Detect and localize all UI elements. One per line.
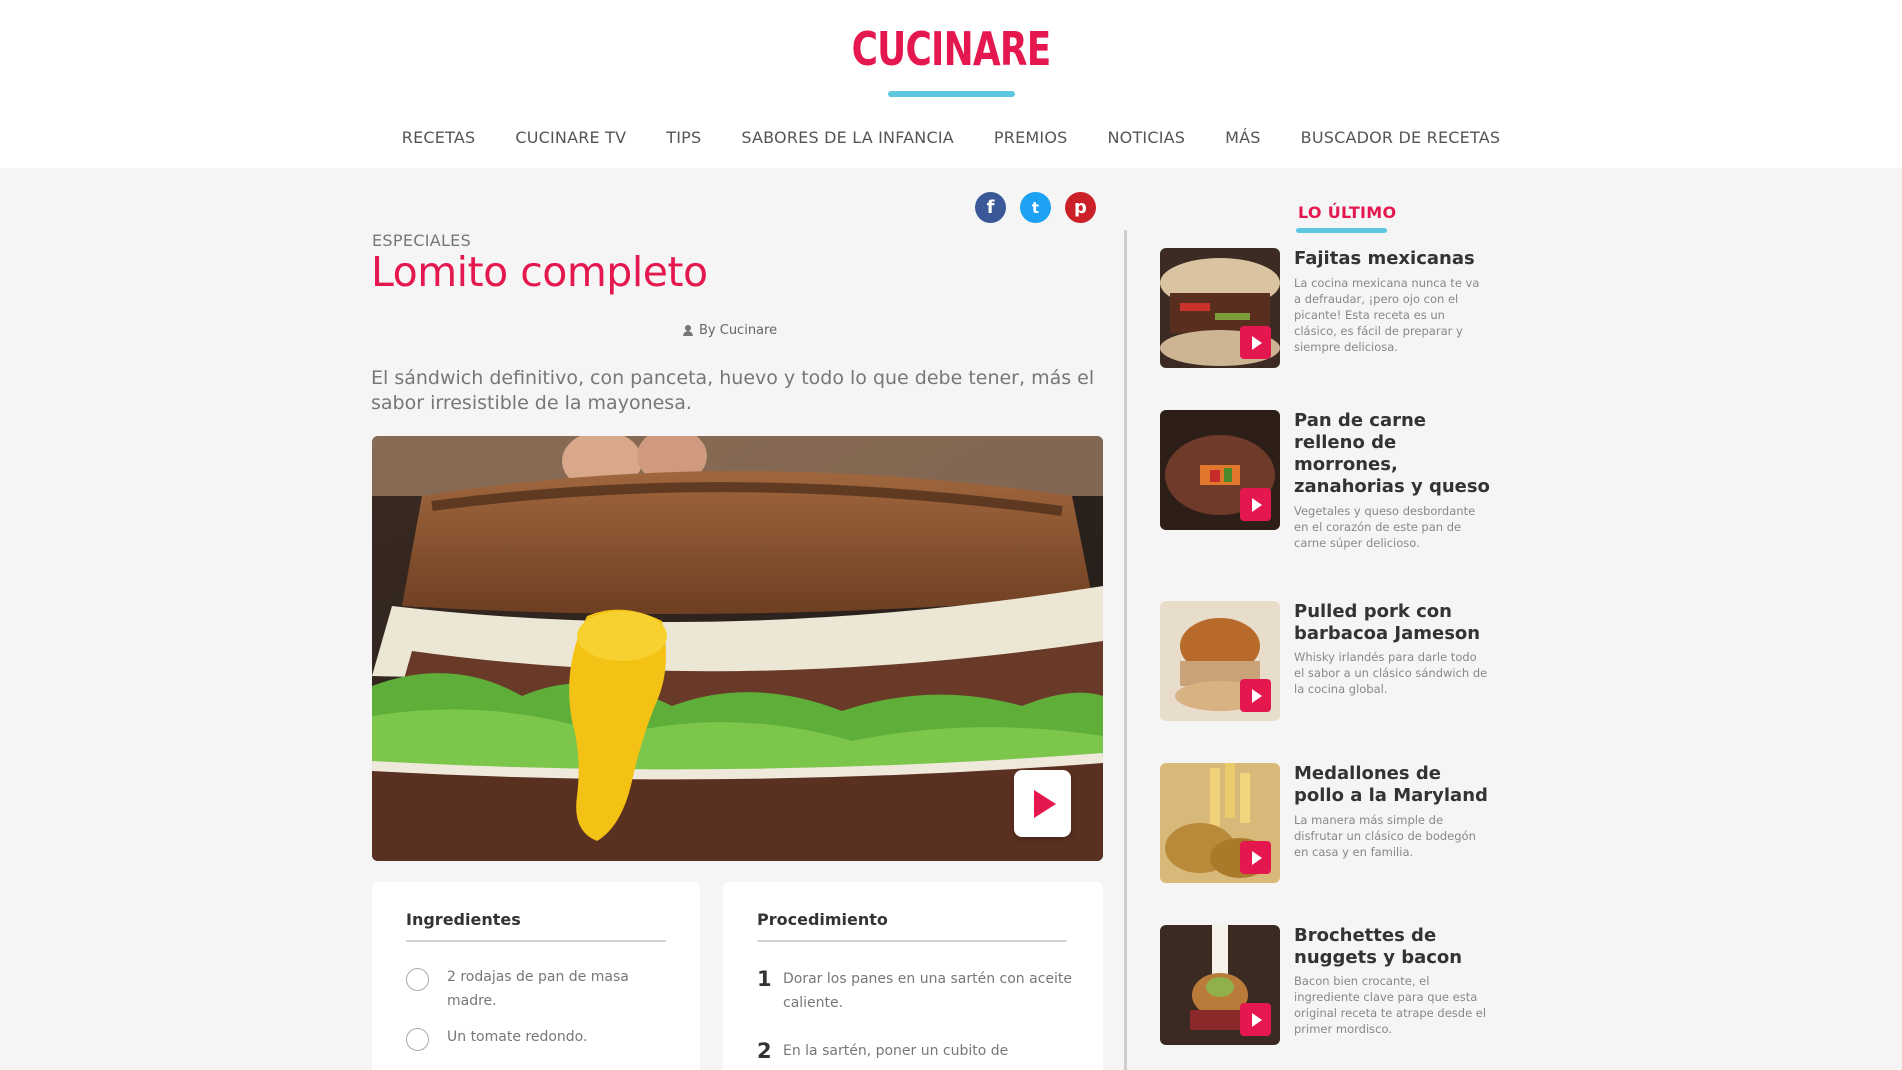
play-icon[interactable] <box>1240 679 1271 712</box>
play-icon[interactable] <box>1240 1003 1271 1036</box>
recipe-title[interactable]: Fajitas mexicanas <box>1294 248 1494 270</box>
facebook-share-icon[interactable]: f <box>975 192 1006 223</box>
column-divider <box>1124 230 1127 1070</box>
recipe-description: La manera más simple de disfrutar un clá… <box>1294 813 1476 859</box>
nav-item-sabores-de-la-infancia[interactable]: SABORES DE LA INFANCIA <box>721 128 974 147</box>
ingredient-text: 2 rodajas de pan de masa madre. <box>447 969 629 1009</box>
user-icon <box>683 325 693 336</box>
ingredients-card: Ingredientes 2 rodajas de pan de masa ma… <box>372 882 700 1070</box>
logo-underline <box>888 91 1015 97</box>
play-icon[interactable] <box>1240 488 1271 521</box>
ingredient-item: 2 rodajas de pan de masa madre. <box>406 968 647 1013</box>
recipe-description: La cocina mexicana nunca te va a defraud… <box>1294 276 1480 354</box>
twitter-share-icon[interactable]: t <box>1020 192 1051 223</box>
recipe-description: Whisky irlandés para darle todo el sabor… <box>1294 650 1488 696</box>
pinterest-share-icon[interactable]: p <box>1065 192 1096 223</box>
ingredient-item: Un tomate redondo. <box>406 1028 647 1051</box>
recipe-title[interactable]: Medallones de pollo a la Maryland <box>1294 763 1494 807</box>
recipe-title[interactable]: Pan de carne relleno de morrones, zanaho… <box>1294 410 1494 498</box>
step-text: En la sartén, poner un cubito de <box>783 1043 1009 1059</box>
procedure-heading: Procedimiento <box>757 910 888 929</box>
sandwich-illustration <box>372 436 1103 861</box>
ingredient-text: Un tomate redondo. <box>447 1029 588 1045</box>
sidebar-heading-underline <box>1296 228 1387 233</box>
step-number: 2 <box>757 1039 772 1063</box>
recipe-thumbnail[interactable] <box>1160 925 1280 1045</box>
ingredient-checkbox[interactable] <box>406 968 429 991</box>
nav-item-tips[interactable]: TIPS <box>646 128 721 147</box>
sidebar-heading: LO ÚLTIMO <box>1298 203 1397 222</box>
recipe-thumbnail[interactable] <box>1160 763 1280 883</box>
twitter-glyph: t <box>1031 198 1040 217</box>
video-play-button[interactable] <box>1014 770 1071 837</box>
procedure-card: Procedimiento 1 Dorar los panes en una s… <box>723 882 1103 1070</box>
recipe-thumbnail[interactable] <box>1160 248 1280 368</box>
recipe-title[interactable]: Brochettes de nuggets y bacon <box>1294 925 1494 969</box>
nav-item-noticias[interactable]: NOTICIAS <box>1087 128 1205 147</box>
author-name: By Cucinare <box>699 323 778 338</box>
step-text: Dorar los panes en una sartén con aceite… <box>783 971 1073 1011</box>
recipe-description: Vegetales y queso desbordante en el cora… <box>1294 504 1476 550</box>
procedure-step: 2 En la sartén, poner un cubito de <box>757 1040 1073 1063</box>
recipe-thumbnail[interactable] <box>1160 601 1280 721</box>
ingredient-checkbox[interactable] <box>406 1028 429 1051</box>
article-title: Lomito completo <box>371 248 708 296</box>
play-icon[interactable] <box>1240 326 1271 359</box>
nav-item-premios[interactable]: PREMIOS <box>974 128 1088 147</box>
procedure-step: 1 Dorar los panes en una sartén con acei… <box>757 968 1073 1015</box>
nav-item-buscador-de-recetas[interactable]: BUSCADOR DE RECETAS <box>1281 128 1521 147</box>
pinterest-glyph: p <box>1074 197 1087 218</box>
site-logo[interactable]: CUCINARE <box>209 22 1693 76</box>
nav-item-mas[interactable]: MÁS <box>1205 128 1281 147</box>
ingredients-heading: Ingredientes <box>406 910 521 929</box>
hero-video-image[interactable] <box>372 436 1103 861</box>
recipe-thumbnail[interactable] <box>1160 410 1280 530</box>
facebook-glyph: f <box>986 197 995 218</box>
nav-item-cucinare-tv[interactable]: CUCINARE TV <box>495 128 646 147</box>
play-icon[interactable] <box>1240 841 1271 874</box>
main-nav: RECETAS CUCINARE TV TIPS SABORES DE LA I… <box>0 128 1902 147</box>
recipe-title[interactable]: Pulled pork con barbacoa Jameson <box>1294 601 1494 645</box>
article-summary: El sándwich definitivo, con panceta, hue… <box>371 367 1095 414</box>
procedure-divider <box>757 940 1067 942</box>
article-author: By Cucinare <box>683 323 777 338</box>
nav-item-recetas[interactable]: RECETAS <box>382 128 496 147</box>
site-header: CUCINARE RECETAS CUCINARE TV TIPS SABORE… <box>0 0 1902 168</box>
recipe-description: Bacon bien crocante, el ingrediente clav… <box>1294 974 1487 1036</box>
step-number: 1 <box>757 967 772 991</box>
ingredients-divider <box>406 940 666 942</box>
